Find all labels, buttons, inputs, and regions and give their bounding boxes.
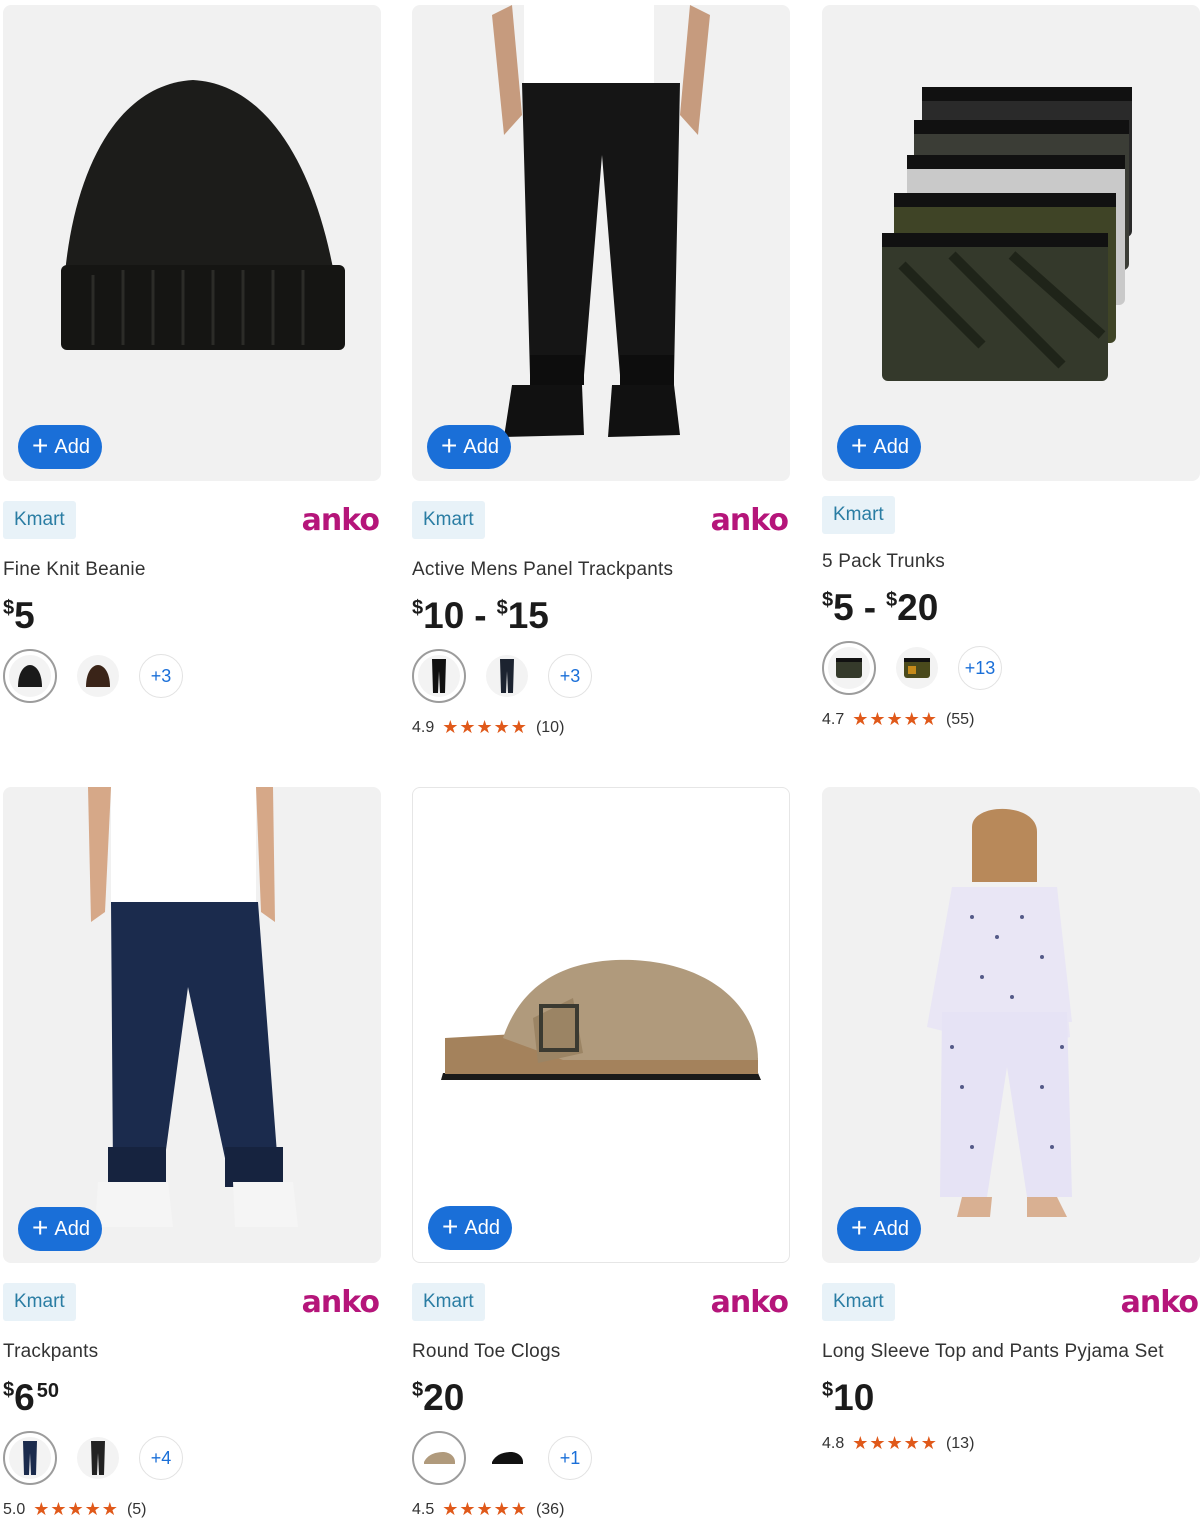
anko-logo: anko [301, 1284, 380, 1320]
star-icons: ★★★★★ [852, 1433, 938, 1453]
color-swatches: +13 [822, 641, 1200, 695]
add-to-cart-button[interactable]: + Add [18, 1207, 102, 1251]
anko-logo: anko [710, 1284, 789, 1320]
plus-icon: + [32, 1211, 49, 1243]
swatch[interactable] [822, 641, 876, 695]
clog-image [441, 959, 761, 1080]
more-colors-button[interactable]: +3 [139, 654, 183, 698]
kmart-badge: Kmart [3, 1283, 76, 1321]
pyjama-image [927, 808, 1072, 1217]
more-colors-button[interactable]: +1 [548, 1436, 592, 1480]
review-count: (36) [535, 1500, 565, 1518]
product-price: $20 [412, 1377, 465, 1418]
color-swatches: +3 [412, 649, 790, 703]
product-card[interactable]: + Add Kmart anko Active Mens Panel Trackp… [412, 5, 790, 738]
plus-icon: + [441, 429, 458, 461]
product-price: $10 - $15 [412, 595, 549, 636]
swatch[interactable] [890, 641, 944, 695]
add-to-cart-button[interactable]: + Add [837, 425, 921, 469]
product-title[interactable]: 5 Pack Trunks [822, 551, 1200, 573]
color-swatches: +1 [412, 1431, 790, 1485]
color-swatches: +4 [3, 1431, 381, 1485]
product-card[interactable]: + Add Kmart 5 Pack Trunks $5 - $20 +13 4.… [822, 5, 1200, 730]
product-price: $6 50 [3, 1377, 59, 1418]
add-to-cart-button[interactable]: + Add [428, 1206, 512, 1250]
product-card[interactable]: + Add Kmart anko Fine Knit Beanie $5 +3 [3, 5, 381, 703]
swatch[interactable] [71, 649, 125, 703]
color-swatches: +3 [3, 649, 381, 703]
swatch[interactable] [3, 1431, 57, 1485]
trunks-image [882, 87, 1132, 381]
product-title[interactable]: Trackpants [3, 1341, 381, 1363]
star-icons: ★★★★★ [852, 709, 938, 729]
swatch[interactable] [412, 1431, 466, 1485]
kmart-badge: Kmart [412, 1283, 485, 1321]
product-rating[interactable]: 4.8 ★★★★★ (13) [822, 1433, 1200, 1454]
kmart-badge: Kmart [3, 501, 76, 539]
beanie-image [61, 80, 345, 350]
swatch[interactable] [480, 1431, 534, 1485]
swatch[interactable] [71, 1431, 125, 1485]
rating-score: 5.0 [3, 1500, 26, 1518]
product-card[interactable]: + Add Kmart anko Round Toe Clogs $20 +1 4… [412, 787, 790, 1520]
plus-icon: + [851, 429, 868, 461]
product-rating[interactable]: 4.9 ★★★★★ (10) [412, 717, 790, 738]
kids-trackpants-image [88, 787, 298, 1227]
swatch[interactable] [3, 649, 57, 703]
add-to-cart-button[interactable]: + Add [837, 1207, 921, 1251]
plus-icon: + [32, 429, 49, 461]
product-image[interactable]: + Add [412, 787, 790, 1263]
product-card[interactable]: + Add Kmart anko Long Sleeve Top and Pant… [822, 787, 1200, 1454]
add-to-cart-button[interactable]: + Add [18, 425, 102, 469]
product-image[interactable]: + Add [412, 5, 790, 481]
product-title[interactable]: Active Mens Panel Trackpants [412, 559, 790, 581]
rating-score: 4.5 [412, 1500, 435, 1518]
review-count: (55) [945, 710, 975, 728]
add-to-cart-button[interactable]: + Add [427, 425, 511, 469]
product-rating[interactable]: 4.5 ★★★★★ (36) [412, 1499, 790, 1520]
swatch[interactable] [480, 649, 534, 703]
rating-score: 4.7 [822, 710, 845, 728]
kmart-badge: Kmart [822, 496, 895, 534]
product-image[interactable]: + Add [822, 5, 1200, 481]
product-rating[interactable]: 5.0 ★★★★★ (5) [3, 1499, 381, 1520]
anko-logo: anko [710, 502, 789, 538]
kmart-badge: Kmart [822, 1283, 895, 1321]
product-image[interactable]: + Add [822, 787, 1200, 1263]
swatch[interactable] [412, 649, 466, 703]
product-title[interactable]: Round Toe Clogs [412, 1341, 790, 1363]
product-card[interactable]: + Add Kmart anko Trackpants $6 50 +4 5.0 ★… [3, 787, 381, 1520]
star-icons: ★★★★★ [33, 1499, 119, 1519]
more-colors-button[interactable]: +3 [548, 654, 592, 698]
review-count: (10) [535, 718, 565, 736]
anko-logo: anko [301, 502, 380, 538]
star-icons: ★★★★★ [442, 1499, 528, 1519]
plus-icon: + [442, 1210, 459, 1242]
product-price: $10 [822, 1377, 875, 1418]
more-colors-button[interactable]: +13 [958, 646, 1002, 690]
plus-icon: + [851, 1211, 868, 1243]
rating-score: 4.8 [822, 1434, 845, 1452]
product-price: $5 - $20 [822, 587, 939, 628]
more-colors-button[interactable]: +4 [139, 1436, 183, 1480]
star-icons: ★★★★★ [442, 717, 528, 737]
rating-score: 4.9 [412, 718, 435, 736]
anko-logo: anko [1120, 1284, 1199, 1320]
product-price: $5 [3, 595, 35, 636]
review-count: (5) [126, 1500, 147, 1518]
trackpants-image [492, 5, 710, 437]
product-rating[interactable]: 4.7 ★★★★★ (55) [822, 709, 1200, 730]
product-image[interactable]: + Add [3, 5, 381, 481]
review-count: (13) [945, 1434, 975, 1452]
product-image[interactable]: + Add [3, 787, 381, 1263]
kmart-badge: Kmart [412, 501, 485, 539]
product-title[interactable]: Fine Knit Beanie [3, 559, 381, 581]
product-title[interactable]: Long Sleeve Top and Pants Pyjama Set [822, 1341, 1200, 1363]
